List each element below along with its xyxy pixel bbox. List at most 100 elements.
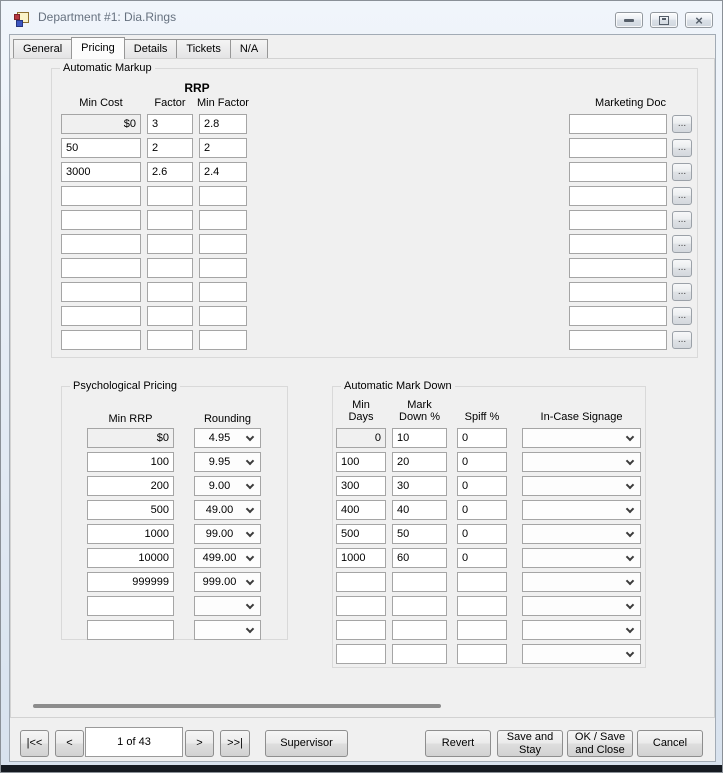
min-factor-input[interactable] xyxy=(199,282,247,302)
min-rrp-input[interactable] xyxy=(87,452,174,472)
min-cost-input[interactable] xyxy=(61,306,141,326)
min-rrp-input[interactable] xyxy=(87,572,174,592)
min-days-input[interactable] xyxy=(336,452,386,472)
in-case-signage-select[interactable] xyxy=(522,596,641,616)
marketing-doc-input[interactable] xyxy=(569,162,667,182)
factor-input[interactable] xyxy=(147,330,193,350)
factor-input[interactable] xyxy=(147,282,193,302)
spiff-input[interactable] xyxy=(457,524,507,544)
min-factor-input[interactable] xyxy=(199,306,247,326)
marketing-doc-browse-button[interactable]: ... xyxy=(672,115,692,133)
mark-down-input[interactable] xyxy=(392,476,447,496)
min-factor-input[interactable] xyxy=(199,210,247,230)
rounding-select[interactable] xyxy=(194,596,261,616)
min-cost-input[interactable] xyxy=(61,162,141,182)
cancel-button[interactable]: Cancel xyxy=(637,730,703,757)
mark-down-input[interactable] xyxy=(392,500,447,520)
in-case-signage-select[interactable] xyxy=(522,620,641,640)
min-cost-input[interactable] xyxy=(61,186,141,206)
factor-input[interactable] xyxy=(147,306,193,326)
spiff-input[interactable] xyxy=(457,500,507,520)
save-and-stay-button[interactable]: Save and Stay xyxy=(497,730,563,757)
min-days-input[interactable] xyxy=(336,428,386,448)
factor-input[interactable] xyxy=(147,114,193,134)
min-factor-input[interactable] xyxy=(199,162,247,182)
minimize-button[interactable] xyxy=(615,12,643,28)
min-rrp-input[interactable] xyxy=(87,500,174,520)
in-case-signage-select[interactable] xyxy=(522,428,641,448)
min-days-input[interactable] xyxy=(336,548,386,568)
nav-last-button[interactable]: >>| xyxy=(220,730,250,757)
rounding-select[interactable]: 99.00 xyxy=(194,524,261,544)
in-case-signage-select[interactable] xyxy=(522,500,641,520)
mark-down-input[interactable] xyxy=(392,452,447,472)
nav-first-button[interactable]: |<< xyxy=(20,730,49,757)
revert-button[interactable]: Revert xyxy=(425,730,491,757)
marketing-doc-input[interactable] xyxy=(569,210,667,230)
min-days-input[interactable] xyxy=(336,644,386,664)
min-days-input[interactable] xyxy=(336,476,386,496)
horizontal-scrollbar-thumb[interactable] xyxy=(33,704,441,708)
marketing-doc-input[interactable] xyxy=(569,186,667,206)
spiff-input[interactable] xyxy=(457,452,507,472)
min-cost-input[interactable] xyxy=(61,114,141,134)
in-case-signage-select[interactable] xyxy=(522,476,641,496)
min-days-input[interactable] xyxy=(336,524,386,544)
min-cost-input[interactable] xyxy=(61,282,141,302)
mark-down-input[interactable] xyxy=(392,620,447,640)
factor-input[interactable] xyxy=(147,210,193,230)
min-cost-input[interactable] xyxy=(61,138,141,158)
in-case-signage-select[interactable] xyxy=(522,572,641,592)
in-case-signage-select[interactable] xyxy=(522,548,641,568)
spiff-input[interactable] xyxy=(457,572,507,592)
mark-down-input[interactable] xyxy=(392,644,447,664)
ok-save-and-close-button[interactable]: OK / Save and Close xyxy=(567,730,633,757)
factor-input[interactable] xyxy=(147,162,193,182)
min-rrp-input[interactable] xyxy=(87,428,174,448)
min-cost-input[interactable] xyxy=(61,258,141,278)
factor-input[interactable] xyxy=(147,234,193,254)
min-days-input[interactable] xyxy=(336,572,386,592)
maximize-button[interactable] xyxy=(650,12,678,28)
mark-down-input[interactable] xyxy=(392,548,447,568)
mark-down-input[interactable] xyxy=(392,524,447,544)
marketing-doc-input[interactable] xyxy=(569,282,667,302)
mark-down-input[interactable] xyxy=(392,572,447,592)
min-days-input[interactable] xyxy=(336,596,386,616)
record-position-input[interactable] xyxy=(85,727,183,757)
min-factor-input[interactable] xyxy=(199,330,247,350)
close-button[interactable]: × xyxy=(685,12,713,28)
min-factor-input[interactable] xyxy=(199,234,247,254)
spiff-input[interactable] xyxy=(457,596,507,616)
nav-previous-button[interactable]: < xyxy=(55,730,84,757)
min-factor-input[interactable] xyxy=(199,186,247,206)
min-rrp-input[interactable] xyxy=(87,476,174,496)
tab-pricing[interactable]: Pricing xyxy=(71,37,125,59)
in-case-signage-select[interactable] xyxy=(522,452,641,472)
marketing-doc-browse-button[interactable]: ... xyxy=(672,331,692,349)
spiff-input[interactable] xyxy=(457,428,507,448)
marketing-doc-browse-button[interactable]: ... xyxy=(672,211,692,229)
spiff-input[interactable] xyxy=(457,548,507,568)
tab-tickets[interactable]: Tickets xyxy=(176,39,231,58)
min-factor-input[interactable] xyxy=(199,114,247,134)
rounding-select[interactable]: 9.00 xyxy=(194,476,261,496)
marketing-doc-browse-button[interactable]: ... xyxy=(672,307,692,325)
supervisor-button[interactable]: Supervisor xyxy=(265,730,348,757)
marketing-doc-browse-button[interactable]: ... xyxy=(672,283,692,301)
rounding-select[interactable] xyxy=(194,620,261,640)
min-rrp-input[interactable] xyxy=(87,620,174,640)
marketing-doc-input[interactable] xyxy=(569,306,667,326)
rounding-select[interactable]: 999.00 xyxy=(194,572,261,592)
nav-next-button[interactable]: > xyxy=(185,730,214,757)
marketing-doc-input[interactable] xyxy=(569,258,667,278)
factor-input[interactable] xyxy=(147,258,193,278)
spiff-input[interactable] xyxy=(457,620,507,640)
marketing-doc-browse-button[interactable]: ... xyxy=(672,139,692,157)
marketing-doc-browse-button[interactable]: ... xyxy=(672,259,692,277)
marketing-doc-input[interactable] xyxy=(569,330,667,350)
spiff-input[interactable] xyxy=(457,476,507,496)
min-days-input[interactable] xyxy=(336,620,386,640)
in-case-signage-select[interactable] xyxy=(522,644,641,664)
min-cost-input[interactable] xyxy=(61,234,141,254)
